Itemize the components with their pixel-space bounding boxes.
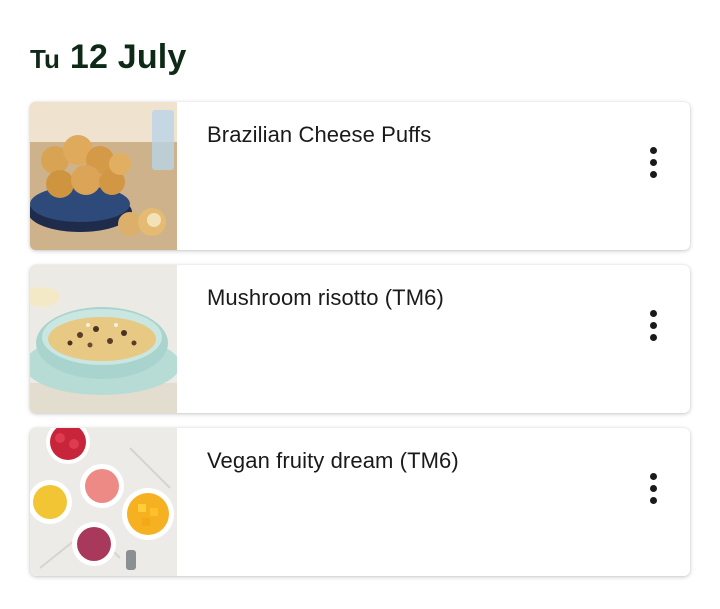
recipe-title[interactable]: Vegan fruity dream (TM6) bbox=[207, 448, 459, 474]
more-options-button[interactable] bbox=[638, 142, 668, 182]
day-abbreviation: Tu bbox=[30, 44, 60, 74]
recipe-image-mushroom-risotto[interactable] bbox=[30, 265, 177, 413]
recipe-image-fruity-dream[interactable] bbox=[30, 428, 177, 576]
recipe-card[interactable]: Mushroom risotto (TM6) bbox=[30, 265, 690, 413]
more-vertical-icon-dot bbox=[649, 484, 657, 492]
recipe-list: Brazilian Cheese Puffs Mushroom risotto … bbox=[30, 102, 690, 591]
more-vertical-icon bbox=[649, 309, 657, 317]
planner-screen: Tu 12 July Brazilian Cheese Puffs Mushro… bbox=[0, 0, 720, 609]
more-vertical-icon bbox=[649, 146, 657, 154]
more-vertical-icon-dot bbox=[649, 496, 657, 504]
more-vertical-icon-dot bbox=[649, 333, 657, 341]
recipe-title[interactable]: Brazilian Cheese Puffs bbox=[207, 122, 431, 148]
more-vertical-icon-dot bbox=[649, 158, 657, 166]
recipe-card[interactable]: Vegan fruity dream (TM6) bbox=[30, 428, 690, 576]
recipe-title[interactable]: Mushroom risotto (TM6) bbox=[207, 285, 444, 311]
more-vertical-icon-dot bbox=[649, 170, 657, 178]
more-options-button[interactable] bbox=[638, 468, 668, 508]
more-options-button[interactable] bbox=[638, 305, 668, 345]
date-header: Tu 12 July bbox=[30, 38, 187, 82]
more-vertical-icon bbox=[649, 472, 657, 480]
recipe-card[interactable]: Brazilian Cheese Puffs bbox=[30, 102, 690, 250]
date-label: 12 July bbox=[69, 38, 187, 76]
recipe-image-cheese-puffs[interactable] bbox=[30, 102, 177, 250]
more-vertical-icon-dot bbox=[649, 321, 657, 329]
